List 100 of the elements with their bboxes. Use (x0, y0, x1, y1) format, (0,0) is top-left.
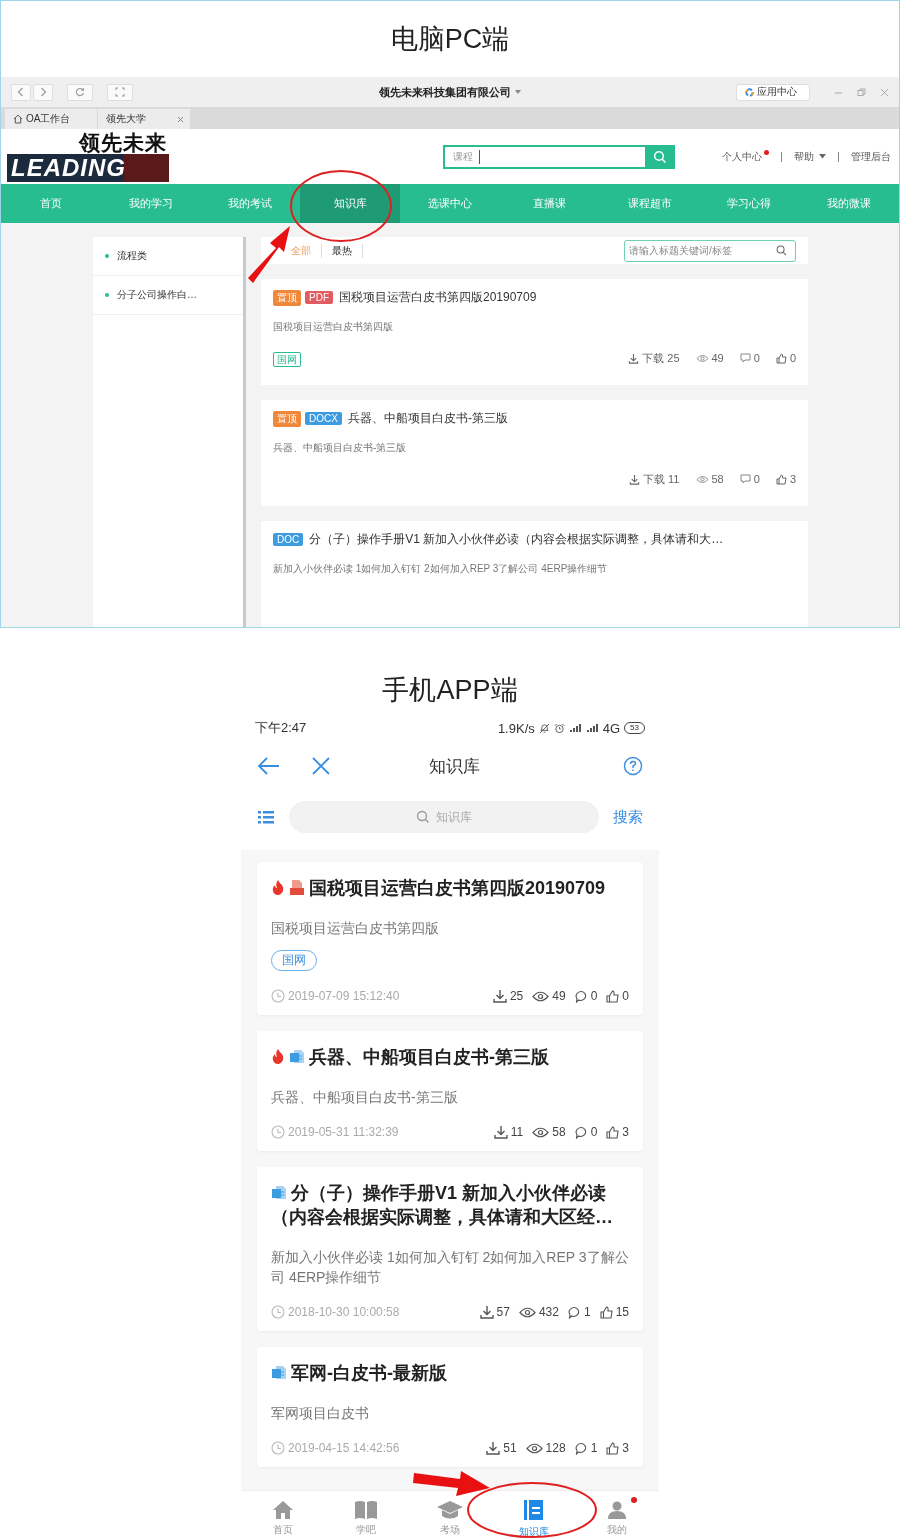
stat-value: 0 (590, 1125, 598, 1139)
stat-value: 25 (509, 989, 524, 1003)
word-file-icon (289, 1048, 305, 1065)
document-title[interactable]: 兵器、中船项目白皮书-第三版 (347, 410, 508, 427)
browser-tab[interactable]: 领先大学 (98, 109, 190, 129)
eye-icon (532, 1126, 550, 1138)
stat-value: 3 (789, 473, 796, 485)
publish-time: 2019-04-15 14:42:56 (288, 1441, 400, 1455)
network-speed: 1.9K/s (497, 720, 535, 736)
back-button[interactable] (11, 83, 31, 101)
book-icon (354, 1499, 379, 1520)
reload-button[interactable] (67, 83, 93, 101)
back-icon[interactable] (257, 756, 281, 776)
search-icon (416, 810, 430, 824)
alarm-icon (553, 722, 565, 734)
like-icon (606, 989, 620, 1003)
comment-icon (574, 1441, 588, 1455)
download-icon (628, 352, 640, 364)
back-icon (16, 87, 26, 97)
word-file-icon (271, 1184, 287, 1201)
filter-tab[interactable]: 最热 (322, 243, 363, 258)
document-title[interactable]: 分（子）操作手册V1 新加入小伙伴必读（内容会根据实际调整，具体请和大… (309, 531, 724, 548)
search-icon[interactable] (776, 245, 787, 256)
document-summary: 兵器、中船项目白皮书-第三版 (273, 441, 408, 455)
nav-tab[interactable]: 知识库 (300, 184, 401, 223)
download-icon (479, 1305, 494, 1319)
person-icon (607, 1499, 628, 1520)
signal-icon (568, 723, 582, 733)
fullscreen-button[interactable] (107, 83, 133, 101)
stat-value: 15 (615, 1305, 629, 1319)
document-summary: 新加入小伙伴必读 1如何加入钉钉 2如何加入REP 3了解公司 4ERP操作细节 (271, 1248, 629, 1287)
document-summary: 国税项目运营白皮书第四版 (271, 919, 440, 938)
browser-tab[interactable]: OA工作台 (5, 109, 97, 129)
publish-time: 2019-07-09 15:12:40 (288, 989, 400, 1003)
eye-icon (695, 474, 709, 484)
publish-time: 2019-05-31 11:32:39 (288, 1125, 399, 1139)
category-item[interactable]: 流程类 (93, 237, 243, 276)
stat-value: 0 (590, 989, 598, 1003)
comment-icon (739, 474, 751, 484)
like-icon (606, 1125, 620, 1139)
file-badge: PDF (305, 291, 333, 304)
close-icon[interactable] (177, 115, 184, 123)
document-card[interactable]: 置顶 DOCX 兵器、中船项目白皮书-第三版 兵器、中船项目白皮书-第三版 下载 11 58 0 3 (261, 400, 808, 506)
forward-button[interactable] (33, 83, 53, 101)
stat-value: 57 (496, 1305, 510, 1319)
app-center-button[interactable]: 应用中心 (736, 83, 810, 101)
document-title[interactable]: 国税项目运营白皮书第四版20190709 (271, 876, 629, 900)
search-button[interactable] (645, 144, 675, 169)
file-badge: 置顶 (273, 289, 301, 306)
list-icon[interactable] (257, 809, 275, 825)
document-card[interactable]: 分（子）操作手册V1 新加入小伙伴必读（内容会根据实际调整，具体请和大区经… 新加入小伙伴必读 1如何加入钉钉 2如何加入REP 3了解公司 4ERP操作细节 2018-10-30 10:00:58 57 432 1 15 (257, 1167, 643, 1331)
document-card[interactable]: 军网-白皮书-最新版 军网项目白皮书 2019-04-15 14:42:56 51 128 1 3 (257, 1347, 643, 1467)
document-card[interactable]: 兵器、中船项目白皮书-第三版 兵器、中船项目白皮书-第三版 2019-05-31 11:32:39 11 58 0 3 (257, 1031, 643, 1151)
eye-icon (518, 1306, 536, 1318)
header-link[interactable]: 帮助 (792, 149, 828, 164)
section-heading: 电脑PC端 (389, 23, 511, 56)
like-icon (775, 473, 787, 485)
close-icon[interactable] (311, 756, 331, 776)
header-link[interactable]: 个人中心 (720, 149, 771, 164)
document-title[interactable]: 兵器、中船项目白皮书-第三版 (271, 1045, 629, 1069)
stat-value: 1 (583, 1305, 591, 1319)
bell-off-icon (538, 722, 550, 734)
signal-icon (585, 723, 599, 733)
close-icon[interactable] (880, 87, 889, 97)
window-title[interactable]: 领先未来科技集团有限公司 (311, 84, 589, 100)
download-icon (493, 1125, 508, 1139)
eye-icon (532, 990, 550, 1002)
clock-icon (271, 989, 285, 1003)
help-icon[interactable] (623, 756, 643, 776)
document-title[interactable]: 军网-白皮书-最新版 (271, 1361, 629, 1385)
ring-icon (745, 87, 754, 97)
document-card[interactable]: 国税项目运营白皮书第四版20190709 国税项目运营白皮书第四版 国网 2019-07-09 15:12:40 25 49 0 0 (257, 862, 643, 1015)
stat-value: 0 (789, 352, 796, 364)
document-card[interactable]: 置顶 PDF 国税项目运营白皮书第四版20190709 国税项目运营白皮书第四版 国网 下载 25 49 0 0 (261, 279, 808, 385)
document-summary: 新加入小伙伴必读 1如何加入钉钉 2如何加入REP 3了解公司 4ERP操作细节 (273, 562, 609, 576)
stat-value: 128 (545, 1441, 566, 1455)
header-link[interactable]: 管理后台 (849, 149, 893, 164)
fullscreen-icon (115, 87, 125, 97)
comment-icon (739, 353, 751, 363)
document-card[interactable]: DOC 分（子）操作手册V1 新加入小伙伴必读（内容会根据实际调整，具体请和大… 新加入小伙伴必读 1如何加入钉钉 2如何加入REP 3了解公司 4ERP操作细节 (261, 521, 808, 627)
bottom-tab[interactable]: 知识库 (491, 1491, 576, 1538)
search-button[interactable]: 搜索 (613, 807, 643, 827)
search-icon (653, 149, 667, 164)
document-summary: 国税项目运营白皮书第四版 (273, 320, 394, 334)
document-title[interactable]: 分（子）操作手册V1 新加入小伙伴必读（内容会根据实际调整，具体请和大区经… (271, 1181, 629, 1229)
like-icon (599, 1305, 613, 1319)
section-heading: 手机APP端 (382, 674, 518, 707)
document-summary: 兵器、中船项目白皮书-第三版 (271, 1088, 459, 1107)
download-icon (492, 989, 507, 1003)
keyword-search-field[interactable]: 请输入标题关键词/标签 (624, 239, 796, 262)
restore-icon[interactable] (857, 87, 866, 97)
category-item[interactable]: 分子公司操作白… (93, 276, 243, 315)
reload-icon (75, 87, 85, 97)
graduation-cap-icon (436, 1499, 464, 1520)
stat-value: 3 (622, 1441, 629, 1455)
annotation-arrow (248, 226, 290, 283)
document-summary: 军网项目白皮书 (271, 1404, 370, 1423)
comment-icon (574, 1125, 588, 1139)
pdf-file-icon (289, 879, 305, 896)
document-title[interactable]: 国税项目运营白皮书第四版20190709 (339, 289, 537, 306)
